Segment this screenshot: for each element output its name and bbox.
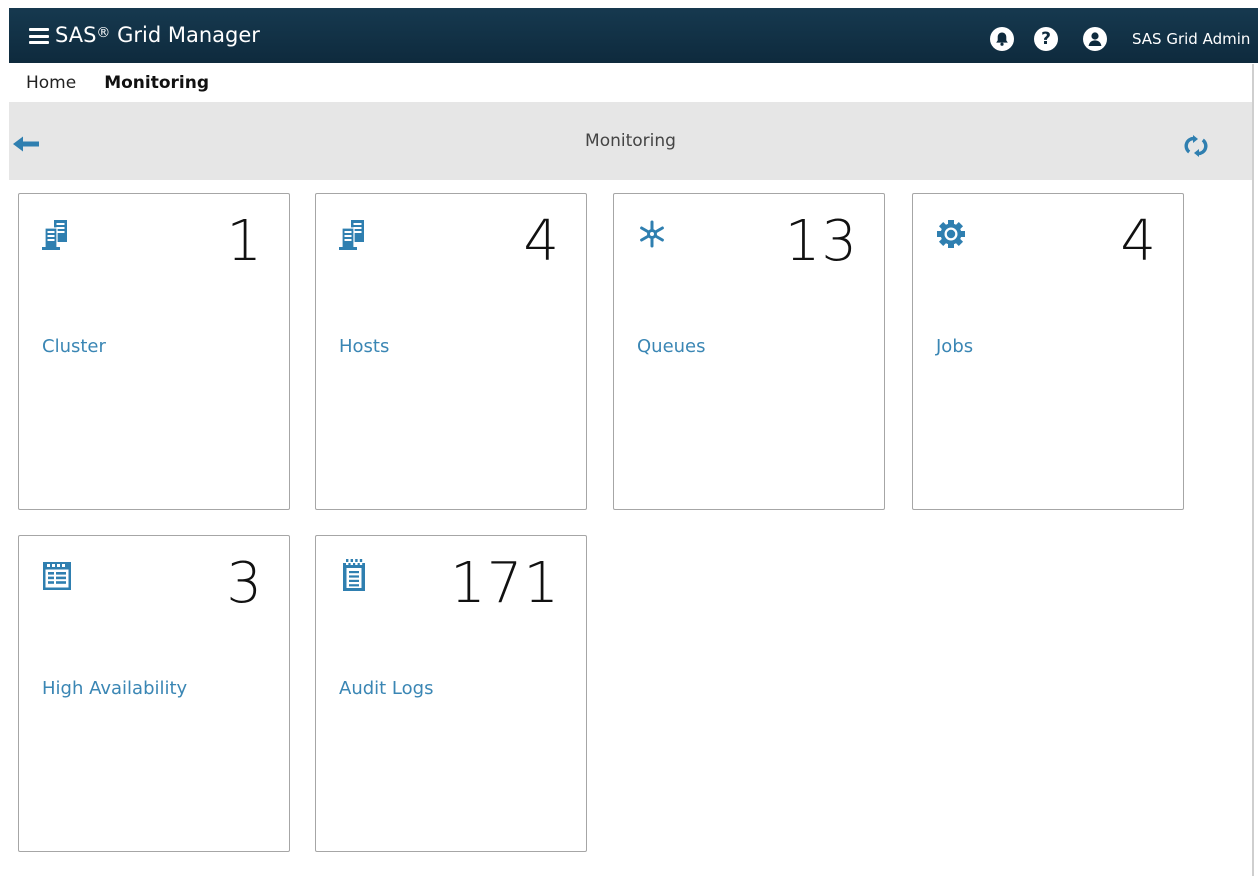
- tile-hosts[interactable]: 4 Hosts: [315, 193, 587, 510]
- server-icon: [42, 220, 67, 250]
- tile-count: 13: [784, 209, 858, 274]
- tile-label[interactable]: Hosts: [339, 336, 389, 357]
- tile-jobs[interactable]: 4 Jobs: [912, 193, 1184, 510]
- tile-count: 1: [226, 209, 263, 274]
- page-header-bar: Monitoring: [9, 102, 1252, 180]
- tile-label[interactable]: Jobs: [936, 336, 973, 357]
- breadcrumb-home[interactable]: Home: [26, 73, 76, 93]
- breadcrumb-monitoring[interactable]: Monitoring: [104, 73, 209, 93]
- scrollbar-track[interactable]: [1252, 64, 1254, 876]
- queue-icon: [640, 220, 664, 248]
- tile-count: 4: [523, 209, 560, 274]
- bell-icon[interactable]: [990, 27, 1014, 51]
- app-header: SAS® Grid Manager ? SAS Grid Admin: [9, 8, 1258, 63]
- menu-icon[interactable]: [29, 28, 49, 44]
- user-name-link[interactable]: SAS Grid Admin: [1132, 30, 1250, 48]
- tile-high-availability[interactable]: 3 High Availability: [18, 535, 290, 852]
- tile-label[interactable]: Cluster: [42, 336, 106, 357]
- server-icon: [339, 220, 364, 250]
- tile-label[interactable]: Queues: [637, 336, 706, 357]
- page-title: Monitoring: [585, 131, 676, 151]
- help-icon[interactable]: ?: [1034, 27, 1058, 51]
- tile-count: 3: [226, 551, 263, 616]
- gear-icon: [937, 220, 965, 248]
- tile-audit-logs[interactable]: 171 Audit Logs: [315, 535, 587, 852]
- tile-count: 4: [1120, 209, 1157, 274]
- notepad-icon: [343, 559, 365, 591]
- tile-count: 171: [450, 551, 560, 616]
- app-title-main: SAS: [55, 23, 97, 47]
- tile-queues[interactable]: 13 Queues: [613, 193, 885, 510]
- app-title-rest: Grid Manager: [110, 23, 260, 47]
- refresh-icon[interactable]: [1183, 135, 1209, 157]
- tile-cluster[interactable]: 1 Cluster: [18, 193, 290, 510]
- tile-label[interactable]: High Availability: [42, 678, 187, 699]
- app-title: SAS® Grid Manager: [55, 23, 260, 47]
- breadcrumb: Home Monitoring: [26, 70, 237, 96]
- tile-label[interactable]: Audit Logs: [339, 678, 433, 699]
- calendar-icon: [43, 562, 71, 590]
- user-icon[interactable]: [1083, 27, 1107, 51]
- app-title-registered-mark: ®: [96, 25, 111, 41]
